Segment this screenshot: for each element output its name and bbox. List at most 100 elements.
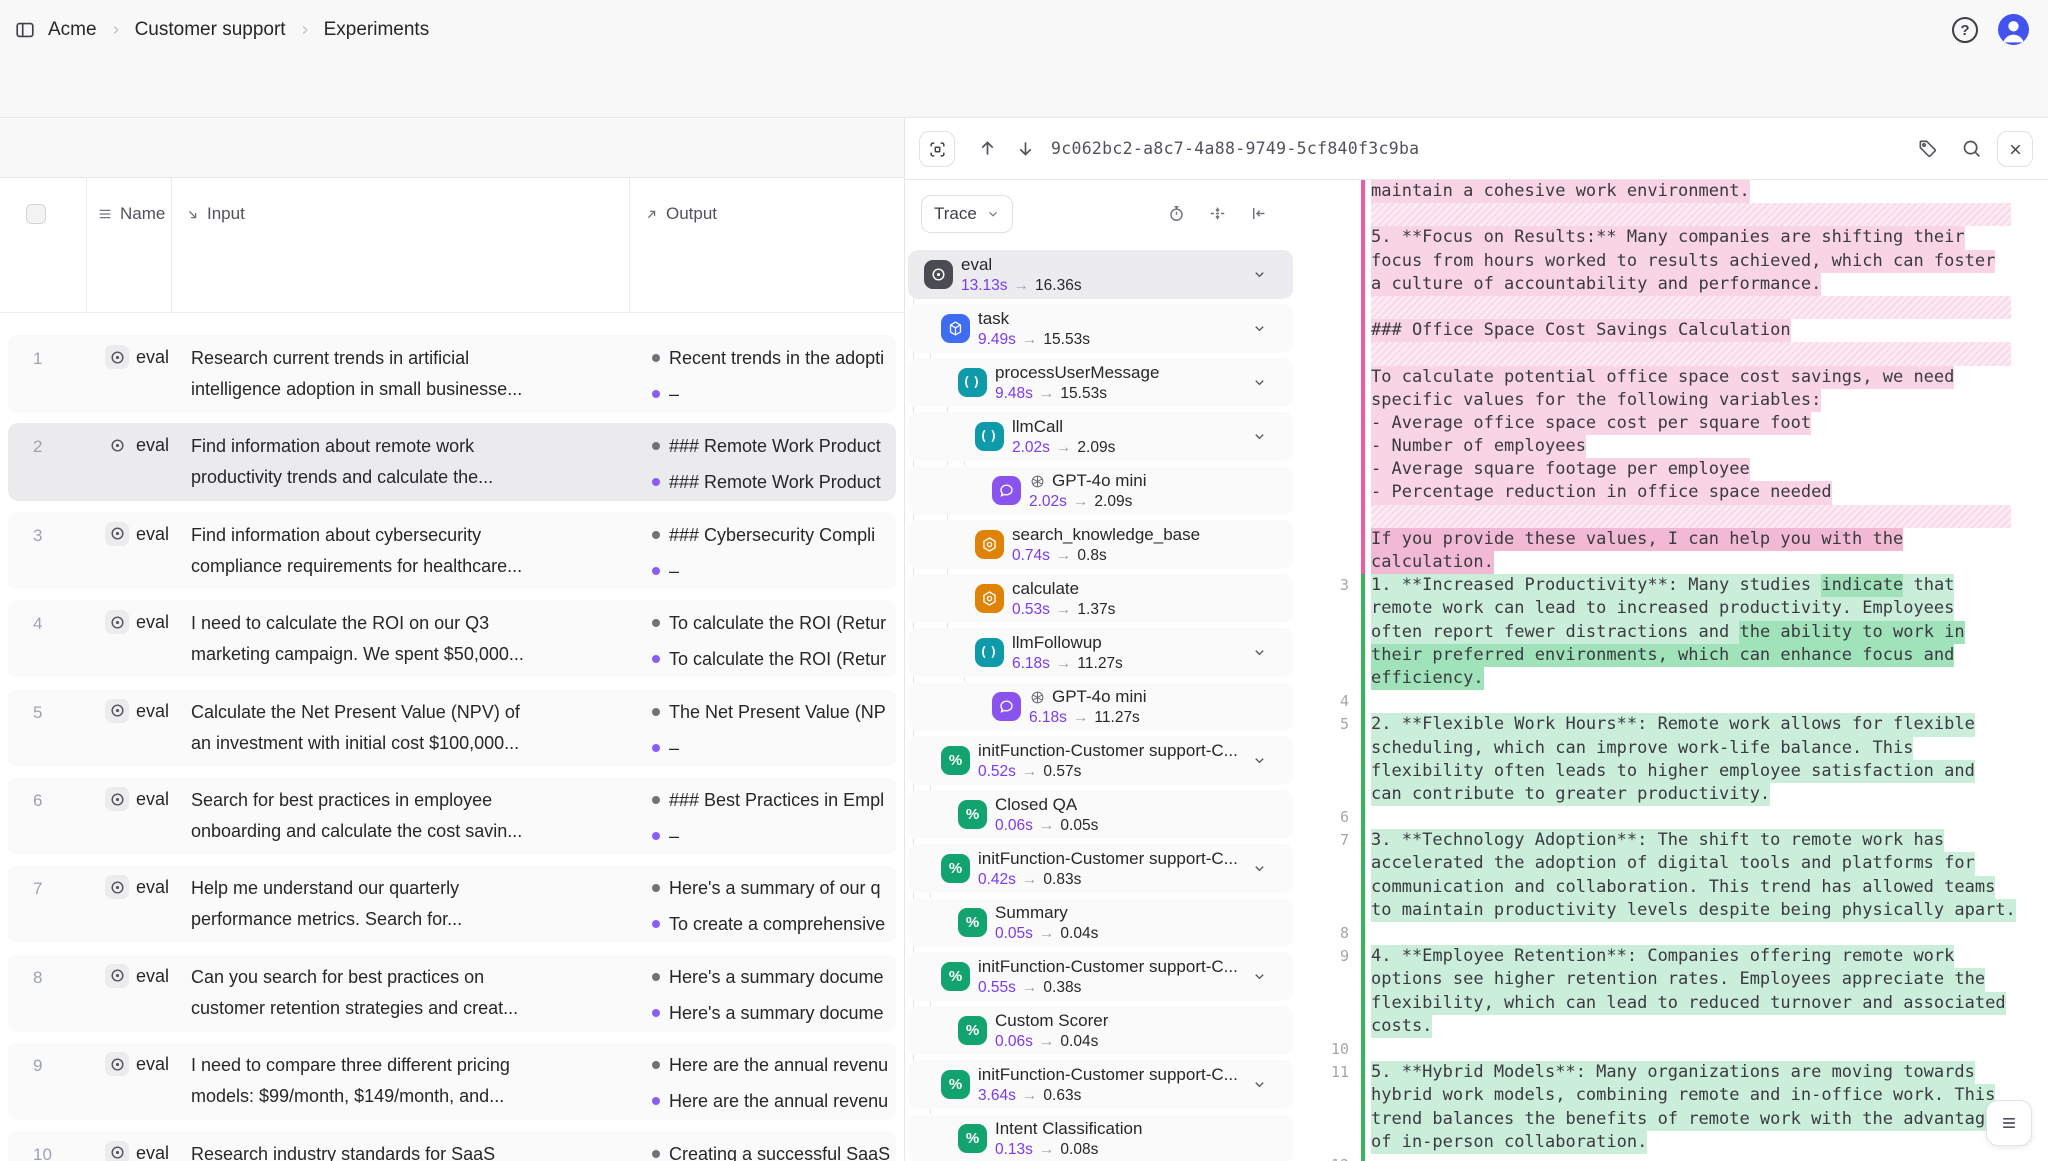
trace-span-row[interactable]: task9.49s→15.53s bbox=[908, 304, 1293, 353]
trace-span-row[interactable]: GPT-4o mini6.18s→11.27s bbox=[908, 682, 1293, 731]
trace-span-row[interactable]: %Custom Scorer0.06s→0.04s bbox=[908, 1006, 1293, 1055]
row-output-line2: – bbox=[669, 824, 903, 849]
task-span-icon bbox=[941, 314, 970, 343]
trace-span-row[interactable]: GPT-4o mini2.02s→2.09s bbox=[908, 466, 1293, 515]
chevron-down-icon[interactable] bbox=[1252, 753, 1267, 768]
table-row[interactable]: 9evalI need to compare three different p… bbox=[8, 1042, 896, 1120]
trace-span-row[interactable]: %Closed QA0.06s→0.05s bbox=[908, 790, 1293, 839]
eval-span-icon bbox=[105, 1052, 129, 1076]
chevron-down-icon[interactable] bbox=[1252, 861, 1267, 876]
table-row[interactable]: 1evalResearch current trends in artifici… bbox=[8, 335, 896, 413]
column-header-output[interactable]: Output bbox=[644, 204, 717, 224]
arrow-down-right-icon bbox=[185, 207, 200, 222]
chevron-down-icon[interactable] bbox=[1252, 429, 1267, 444]
table-row[interactable]: 7evalHelp me understand our quarterlyper… bbox=[8, 865, 896, 943]
trace-span-row[interactable]: eval13.13s→16.36s bbox=[908, 250, 1293, 299]
trace-span-row[interactable]: %Summary0.05s→0.04s bbox=[908, 898, 1293, 947]
column-header-name[interactable]: Name bbox=[97, 204, 165, 224]
span-name: calculate bbox=[1012, 579, 1079, 599]
diff-added-line: flexibility often leads to higher employ… bbox=[1305, 760, 2048, 783]
chevron-down-icon[interactable] bbox=[1252, 969, 1267, 984]
trace-span-row[interactable]: ()llmFollowup6.18s→11.27s bbox=[908, 628, 1293, 677]
chevron-down-icon[interactable] bbox=[1252, 267, 1267, 282]
eval-span-icon bbox=[105, 787, 129, 811]
row-output-line2: – bbox=[669, 382, 903, 407]
row-input-line1: Can you search for best practices on bbox=[191, 965, 631, 990]
trace-span-row[interactable]: %Intent Classification0.13s→0.08s bbox=[908, 1114, 1293, 1161]
trace-span-row[interactable]: %initFunction-Customer support-C...0.52s… bbox=[908, 736, 1293, 785]
diff-removed-line: calculation. bbox=[1305, 551, 2048, 574]
chevron-down-icon[interactable] bbox=[1252, 375, 1267, 390]
trace-span-row[interactable]: ()processUserMessage9.48s→15.53s bbox=[908, 358, 1293, 407]
chevron-down-icon[interactable] bbox=[1252, 321, 1267, 336]
output-bullet-secondary bbox=[652, 567, 660, 575]
diff-line-number: 12 bbox=[1305, 1154, 1349, 1161]
collapse-spans-icon[interactable] bbox=[1208, 204, 1230, 226]
select-all-checkbox[interactable] bbox=[26, 204, 46, 224]
log-drawer-button[interactable] bbox=[1986, 1100, 2032, 1146]
timing-icon[interactable] bbox=[1167, 204, 1189, 226]
trace-span-row[interactable]: search_knowledge_base0.74s→0.8s bbox=[908, 520, 1293, 569]
diff-line-number: 8 bbox=[1305, 922, 1349, 945]
table-row[interactable]: 6evalSearch for best practices in employ… bbox=[8, 777, 896, 855]
score-span-icon: % bbox=[958, 908, 987, 937]
table-row[interactable]: 4evalI need to calculate the ROI on our … bbox=[8, 600, 896, 678]
next-row-button[interactable] bbox=[1015, 138, 1037, 160]
score-span-icon: % bbox=[941, 962, 970, 991]
span-durations: 0.52s→0.57s bbox=[978, 763, 1081, 781]
trace-span-row[interactable]: %initFunction-Customer support-C...0.42s… bbox=[908, 844, 1293, 893]
avatar[interactable] bbox=[1998, 14, 2029, 45]
span-durations: 0.06s→0.04s bbox=[995, 1033, 1098, 1051]
span-durations: 0.06s→0.05s bbox=[995, 817, 1098, 835]
row-input-line2: performance metrics. Search for... bbox=[191, 907, 631, 932]
diff-removed-line: If you provide these values, I can help … bbox=[1305, 528, 2048, 551]
span-name: Closed QA bbox=[995, 795, 1077, 815]
previous-row-button[interactable] bbox=[977, 138, 999, 160]
close-panel-button[interactable] bbox=[1997, 131, 2033, 167]
output-bullet bbox=[652, 796, 660, 804]
chevron-down-icon[interactable] bbox=[1252, 1077, 1267, 1092]
diff-filler bbox=[1371, 203, 2011, 226]
diff-line-number: 6 bbox=[1305, 806, 1349, 829]
score-span-icon: % bbox=[941, 854, 970, 883]
table-row[interactable]: 3evalFind information about cybersecurit… bbox=[8, 512, 896, 590]
diff-added-line: 6 bbox=[1305, 806, 2048, 829]
diff-removed-line: - Percentage reduction in office space n… bbox=[1305, 481, 2048, 504]
trace-span-row[interactable]: ()llmCall2.02s→2.09s bbox=[908, 412, 1293, 461]
tool-span-icon bbox=[975, 530, 1004, 559]
table-row[interactable]: 2evalFind information about remote workp… bbox=[8, 423, 896, 501]
span-name: llmCall bbox=[1012, 417, 1063, 437]
output-bullet bbox=[652, 973, 660, 981]
collapse-panel-icon[interactable] bbox=[1249, 204, 1271, 226]
span-name: initFunction-Customer support-C... bbox=[978, 741, 1238, 761]
output-bullet bbox=[652, 531, 660, 539]
trace-view-selector[interactable]: Trace bbox=[921, 195, 1013, 233]
chevron-right-icon bbox=[298, 23, 312, 37]
diff-removed-line bbox=[1305, 203, 2048, 226]
breadcrumb-project[interactable]: Customer support bbox=[135, 19, 286, 41]
chevron-down-icon[interactable] bbox=[1252, 645, 1267, 660]
row-name: eval bbox=[136, 435, 169, 456]
expand-trace-button[interactable] bbox=[919, 131, 955, 167]
table-row[interactable]: 8evalCan you search for best practices o… bbox=[8, 954, 896, 1032]
row-input-line2: an investment with initial cost $100,000… bbox=[191, 731, 631, 756]
row-number: 8 bbox=[33, 968, 42, 988]
trace-span-row[interactable]: %initFunction-Customer support-C...3.64s… bbox=[908, 1060, 1293, 1109]
help-icon[interactable]: ? bbox=[1952, 17, 1978, 43]
trace-span-row[interactable]: calculate0.53s→1.37s bbox=[908, 574, 1293, 623]
eval-span-icon bbox=[105, 1141, 129, 1161]
eval-span-icon bbox=[105, 875, 129, 899]
output-bullet bbox=[652, 1150, 660, 1158]
sidebar-toggle-icon[interactable] bbox=[14, 19, 36, 41]
table-row[interactable]: 5evalCalculate the Net Present Value (NP… bbox=[8, 689, 896, 767]
column-header-input[interactable]: Input bbox=[185, 204, 245, 224]
trace-span-row[interactable]: %initFunction-Customer support-C...0.55s… bbox=[908, 952, 1293, 1001]
collapse-left-icon bbox=[1249, 204, 1268, 223]
tag-icon[interactable] bbox=[1917, 138, 1939, 160]
table-row[interactable]: 10evalResearch industry standards for Sa… bbox=[8, 1131, 896, 1161]
diff-line-number: 3 bbox=[1305, 574, 1349, 597]
search-icon[interactable] bbox=[1961, 138, 1983, 160]
breadcrumb-org[interactable]: Acme bbox=[48, 19, 97, 41]
span-name: Summary bbox=[995, 903, 1068, 923]
breadcrumb-page[interactable]: Experiments bbox=[324, 19, 430, 41]
